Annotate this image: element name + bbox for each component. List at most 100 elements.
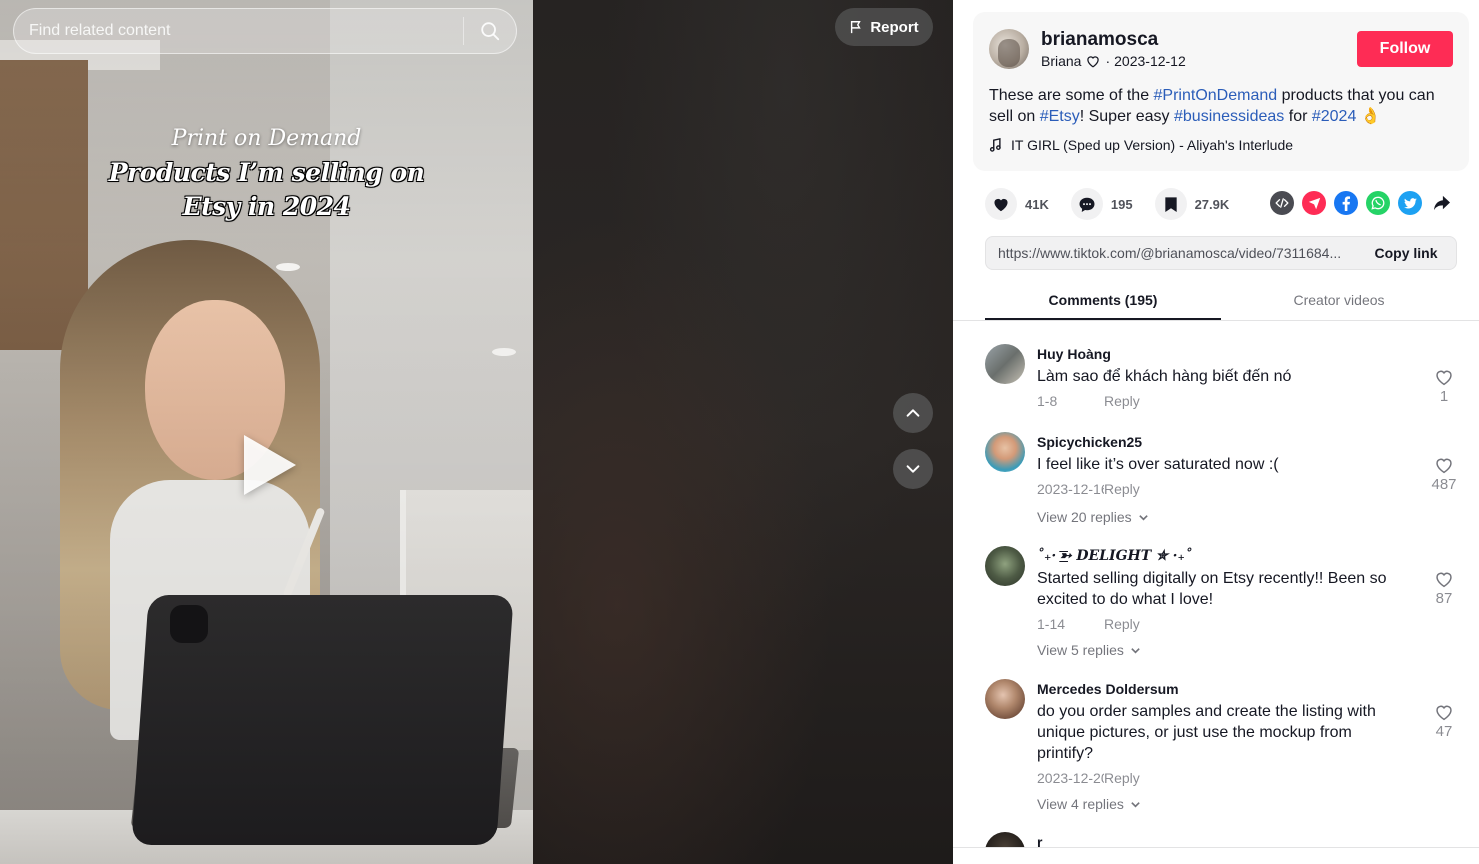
comment-text: Làm sao để khách hàng biết đến nó bbox=[1037, 368, 1292, 385]
comment-count: 195 bbox=[1110, 196, 1133, 212]
copy-link-button[interactable]: Copy link bbox=[1356, 237, 1456, 269]
comment-meta: 2023-12-16 Reply bbox=[1037, 481, 1140, 497]
commenter-avatar[interactable] bbox=[985, 344, 1025, 384]
video-link-text[interactable]: https://www.tiktok.com/@brianamosca/vide… bbox=[986, 245, 1356, 261]
hashtag-link[interactable]: #2024 bbox=[1312, 108, 1357, 125]
view-replies-button[interactable]: View 20 replies bbox=[1037, 509, 1149, 525]
heart-outline-icon bbox=[1087, 56, 1100, 68]
search-button[interactable] bbox=[464, 9, 516, 53]
tab-creator-videos[interactable]: Creator videos bbox=[1221, 283, 1457, 320]
author-nickname: Briana bbox=[1041, 53, 1082, 69]
video-area: Print on Demand Products I’m selling on … bbox=[0, 0, 953, 864]
whatsapp-icon[interactable] bbox=[1366, 191, 1390, 215]
hashtag-link[interactable]: #PrintOnDemand bbox=[1154, 87, 1278, 104]
view-replies-button[interactable]: View 5 replies bbox=[1037, 642, 1141, 658]
heart-outline-icon bbox=[1436, 572, 1452, 588]
video-overlay-text: Etsy in 2024 bbox=[182, 192, 351, 221]
embed-icon[interactable] bbox=[1270, 191, 1294, 215]
view-replies-label: View 4 replies bbox=[1037, 796, 1124, 812]
commenter-avatar[interactable] bbox=[985, 546, 1025, 586]
commenter-avatar[interactable] bbox=[985, 679, 1025, 719]
heart-outline-icon bbox=[1436, 705, 1452, 721]
reply-button[interactable]: Reply bbox=[1104, 770, 1140, 786]
search-input[interactable] bbox=[14, 9, 463, 53]
previous-video-button[interactable] bbox=[893, 393, 933, 433]
commenter-name[interactable]: Huy Hoàng bbox=[1037, 346, 1111, 362]
reply-button[interactable]: Reply bbox=[1104, 393, 1140, 409]
commenter-name[interactable]: r bbox=[1037, 834, 1042, 848]
hashtag-link[interactable]: #Etsy bbox=[1040, 108, 1080, 125]
search-bar bbox=[13, 8, 517, 54]
comments-list[interactable]: Huy Hoàng Làm sao để khách hàng biết đến… bbox=[953, 322, 1479, 848]
like-icon-wrapper bbox=[985, 188, 1017, 220]
hashtag-link[interactable]: #businessideas bbox=[1174, 108, 1284, 125]
comment-like-button[interactable]: 87 bbox=[1427, 570, 1461, 607]
comment-date: 2023-12-20 bbox=[1037, 770, 1104, 786]
comment-button[interactable]: 195 bbox=[1070, 188, 1133, 220]
video-caption: These are some of the #PrintOnDemand pro… bbox=[989, 85, 1449, 127]
comment-meta: 1-14 Reply bbox=[1037, 616, 1140, 632]
commenter-name[interactable]: Mercedes Doldersum bbox=[1037, 681, 1179, 697]
comment-text: do you order samples and create the list… bbox=[1037, 703, 1376, 762]
panel-divider bbox=[953, 847, 1479, 848]
chevron-down-icon bbox=[1131, 647, 1140, 654]
twitter-icon[interactable] bbox=[1398, 191, 1422, 215]
comment-icon bbox=[1079, 197, 1095, 212]
author-avatar[interactable] bbox=[989, 29, 1029, 69]
comment-text: I feel like it’s over saturated now :( bbox=[1037, 456, 1279, 473]
save-count: 27.9K bbox=[1194, 196, 1230, 212]
bookmark-icon bbox=[1164, 196, 1177, 212]
view-replies-label: View 20 replies bbox=[1037, 509, 1132, 525]
comment-date: 1-14 bbox=[1037, 616, 1066, 632]
send-icon[interactable] bbox=[1302, 191, 1326, 215]
commenter-avatar[interactable] bbox=[985, 432, 1025, 472]
commenter-name[interactable]: ˚₊· ͟͟͞͞➳ 𝑫𝑬𝑳𝑰𝑮𝑯𝑻 ✮ ·₊˚ bbox=[1037, 548, 1192, 565]
panel-tabs: Comments (195) Creator videos bbox=[953, 283, 1479, 321]
comment-item: Spicychicken25 I feel like it’s over sat… bbox=[985, 432, 1459, 530]
caption-text: These are some of the bbox=[989, 87, 1154, 104]
share-buttons bbox=[1270, 191, 1454, 215]
comment-meta: 1-8 Reply bbox=[1037, 393, 1140, 409]
video-player[interactable]: Print on Demand Products I’m selling on … bbox=[0, 0, 533, 864]
play-icon[interactable] bbox=[244, 435, 296, 495]
tab-comments[interactable]: Comments (195) bbox=[985, 283, 1221, 320]
reply-button[interactable]: Reply bbox=[1104, 616, 1140, 632]
comment-like-button[interactable]: 1 bbox=[1427, 368, 1461, 405]
next-video-button[interactable] bbox=[893, 449, 933, 489]
comment-date: 2023-12-16 bbox=[1037, 481, 1104, 497]
comment-text: Started selling digitally on Etsy recent… bbox=[1037, 570, 1387, 608]
view-replies-button[interactable]: View 4 replies bbox=[1037, 796, 1141, 812]
reply-button[interactable]: Reply bbox=[1104, 481, 1140, 497]
side-panel: brianamosca Briana · 2023-12-12 Follow T… bbox=[953, 0, 1479, 864]
share-arrow-icon[interactable] bbox=[1430, 191, 1454, 215]
report-button[interactable]: Report bbox=[835, 8, 933, 46]
save-button[interactable]: 27.9K bbox=[1154, 188, 1230, 220]
view-replies-label: View 5 replies bbox=[1037, 642, 1124, 658]
comment-icon-wrapper bbox=[1070, 188, 1103, 220]
follow-button[interactable]: Follow bbox=[1357, 31, 1453, 67]
facebook-icon[interactable] bbox=[1334, 191, 1358, 215]
caption-text: ! Super easy bbox=[1079, 108, 1174, 125]
search-icon bbox=[481, 22, 500, 41]
commenter-avatar[interactable] bbox=[985, 832, 1025, 848]
save-icon-wrapper bbox=[1154, 188, 1187, 220]
report-label: Report bbox=[870, 18, 919, 36]
video-link-box: https://www.tiktok.com/@brianamosca/vide… bbox=[985, 236, 1457, 270]
comment-like-count: 487 bbox=[1431, 476, 1457, 493]
heart-outline-icon bbox=[1436, 458, 1452, 474]
comment-like-count: 1 bbox=[1439, 388, 1449, 405]
comment-item: Mercedes Doldersum do you order samples … bbox=[985, 679, 1459, 819]
commenter-name[interactable]: Spicychicken25 bbox=[1037, 434, 1142, 450]
author-username[interactable]: brianamosca bbox=[1041, 29, 1158, 51]
music-link[interactable]: IT GIRL (Sped up Version) - Aliyah's Int… bbox=[989, 137, 1293, 153]
comment-like-count: 47 bbox=[1435, 723, 1453, 740]
video-overlay-text: Print on Demand bbox=[171, 126, 362, 151]
comment-like-button[interactable]: 487 bbox=[1427, 456, 1461, 493]
chevron-up-icon bbox=[906, 409, 920, 417]
comment-like-button[interactable]: 47 bbox=[1427, 703, 1461, 740]
comment-date: 1-8 bbox=[1037, 393, 1058, 409]
video-info-card: brianamosca Briana · 2023-12-12 Follow T… bbox=[973, 12, 1469, 171]
caption-text: 👌 bbox=[1356, 108, 1381, 125]
chevron-down-icon bbox=[906, 465, 920, 473]
like-button[interactable]: 41K bbox=[985, 188, 1049, 220]
